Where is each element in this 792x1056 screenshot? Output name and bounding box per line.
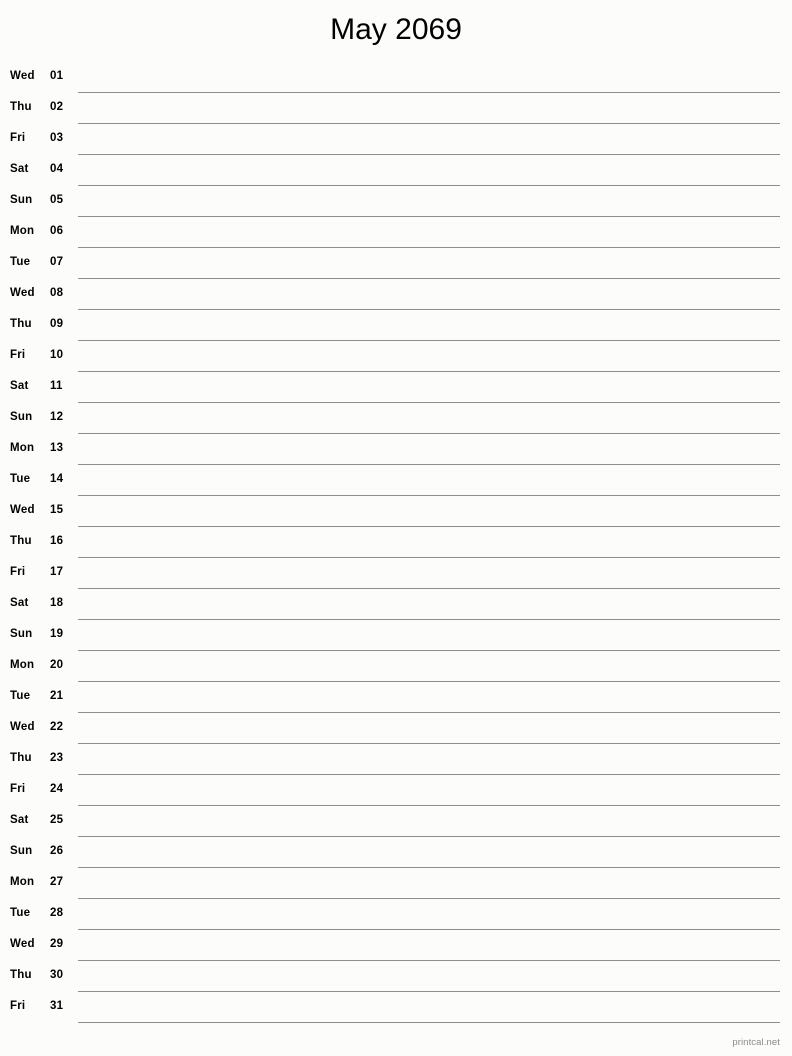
- page-title: May 2069: [330, 13, 462, 46]
- day-weekday-label: Sat: [10, 163, 29, 175]
- day-row[interactable]: Sun 26: [0, 837, 792, 868]
- day-row[interactable]: Wed 22: [0, 713, 792, 744]
- day-row[interactable]: Mon 27: [0, 868, 792, 899]
- day-weekday-label: Fri: [10, 783, 26, 795]
- day-row[interactable]: Thu 30: [0, 961, 792, 992]
- day-row[interactable]: Fri 17: [0, 558, 792, 589]
- day-weekday-label: Tue: [10, 907, 31, 919]
- day-number-label: 06: [50, 225, 64, 237]
- day-number-label: 30: [50, 969, 64, 981]
- day-number-label: 11: [50, 380, 63, 392]
- day-row[interactable]: Sat 11: [0, 372, 792, 403]
- day-row[interactable]: Fri 31: [0, 992, 792, 1023]
- day-weekday-label: Sun: [10, 845, 33, 857]
- day-number-label: 20: [50, 659, 64, 671]
- day-row[interactable]: Thu 23: [0, 744, 792, 775]
- day-note-line[interactable]: [78, 1022, 780, 1023]
- day-number-label: 21: [50, 690, 64, 702]
- day-row[interactable]: Thu 16: [0, 527, 792, 558]
- day-weekday-label: Tue: [10, 256, 31, 268]
- day-row[interactable]: Sun 19: [0, 620, 792, 651]
- day-row[interactable]: Fri 24: [0, 775, 792, 806]
- day-row[interactable]: Sat 04: [0, 155, 792, 186]
- day-number-label: 25: [50, 814, 64, 826]
- day-number-label: 10: [50, 349, 64, 361]
- day-row[interactable]: Sat 25: [0, 806, 792, 837]
- day-weekday-label: Sat: [10, 597, 29, 609]
- day-number-label: 05: [50, 194, 64, 206]
- day-row[interactable]: Sun 12: [0, 403, 792, 434]
- day-row[interactable]: Tue 28: [0, 899, 792, 930]
- day-weekday-label: Tue: [10, 690, 31, 702]
- footer-brand: printcal.net: [732, 1037, 780, 1048]
- day-number-label: 13: [50, 442, 64, 454]
- day-number-label: 24: [50, 783, 64, 795]
- day-number-label: 14: [50, 473, 64, 485]
- day-weekday-label: Thu: [10, 318, 32, 330]
- day-weekday-label: Wed: [10, 504, 35, 516]
- day-row[interactable]: Sun 05: [0, 186, 792, 217]
- calendar-page: May 2069 Wed 01 Thu 02 Fri 03 Sat 04 Sun 05 Mon 06 T…: [0, 0, 792, 1056]
- day-row[interactable]: Sat 18: [0, 589, 792, 620]
- day-weekday-label: Fri: [10, 1000, 26, 1012]
- day-row[interactable]: Mon 13: [0, 434, 792, 465]
- day-number-label: 19: [50, 628, 64, 640]
- day-row[interactable]: Tue 07: [0, 248, 792, 279]
- day-weekday-label: Wed: [10, 70, 35, 82]
- day-row[interactable]: Tue 14: [0, 465, 792, 496]
- day-weekday-label: Mon: [10, 659, 35, 671]
- day-row[interactable]: Wed 29: [0, 930, 792, 961]
- day-number-label: 15: [50, 504, 64, 516]
- day-row[interactable]: Fri 03: [0, 124, 792, 155]
- day-row[interactable]: Mon 20: [0, 651, 792, 682]
- day-weekday-label: Mon: [10, 876, 35, 888]
- day-number-label: 03: [50, 132, 64, 144]
- day-number-label: 26: [50, 845, 64, 857]
- day-number-label: 08: [50, 287, 64, 299]
- day-weekday-label: Sun: [10, 411, 33, 423]
- day-number-label: 28: [50, 907, 64, 919]
- day-row[interactable]: Wed 01: [0, 62, 792, 93]
- day-weekday-label: Thu: [10, 969, 32, 981]
- day-number-label: 02: [50, 101, 64, 113]
- day-row[interactable]: Mon 06: [0, 217, 792, 248]
- day-number-label: 18: [50, 597, 64, 609]
- day-row[interactable]: Fri 10: [0, 341, 792, 372]
- day-number-label: 04: [50, 163, 64, 175]
- day-weekday-label: Wed: [10, 938, 35, 950]
- day-weekday-label: Thu: [10, 535, 32, 547]
- day-number-label: 09: [50, 318, 64, 330]
- day-number-label: 22: [50, 721, 64, 733]
- day-weekday-label: Wed: [10, 721, 35, 733]
- day-number-label: 07: [50, 256, 64, 268]
- day-weekday-label: Fri: [10, 349, 26, 361]
- day-weekday-label: Mon: [10, 225, 35, 237]
- day-number-label: 31: [50, 1000, 64, 1012]
- day-number-label: 01: [50, 70, 64, 82]
- day-weekday-label: Fri: [10, 566, 26, 578]
- day-weekday-label: Fri: [10, 132, 26, 144]
- day-row[interactable]: Wed 08: [0, 279, 792, 310]
- day-number-label: 29: [50, 938, 64, 950]
- day-weekday-label: Sun: [10, 628, 33, 640]
- day-number-label: 16: [50, 535, 64, 547]
- day-weekday-label: Sat: [10, 380, 29, 392]
- day-weekday-label: Sun: [10, 194, 33, 206]
- day-weekday-label: Thu: [10, 752, 32, 764]
- day-row[interactable]: Thu 02: [0, 93, 792, 124]
- day-weekday-label: Mon: [10, 442, 35, 454]
- day-number-label: 12: [50, 411, 64, 423]
- day-weekday-label: Sat: [10, 814, 29, 826]
- day-row-list: Wed 01 Thu 02 Fri 03 Sat 04 Sun 05 Mon 06 Tue 07 Wed 08…: [0, 62, 792, 1023]
- day-row[interactable]: Thu 09: [0, 310, 792, 341]
- day-number-label: 23: [50, 752, 64, 764]
- day-weekday-label: Tue: [10, 473, 31, 485]
- day-row[interactable]: Wed 15: [0, 496, 792, 527]
- day-weekday-label: Thu: [10, 101, 32, 113]
- day-weekday-label: Wed: [10, 287, 35, 299]
- day-number-label: 27: [50, 876, 64, 888]
- day-number-label: 17: [50, 566, 64, 578]
- day-row[interactable]: Tue 21: [0, 682, 792, 713]
